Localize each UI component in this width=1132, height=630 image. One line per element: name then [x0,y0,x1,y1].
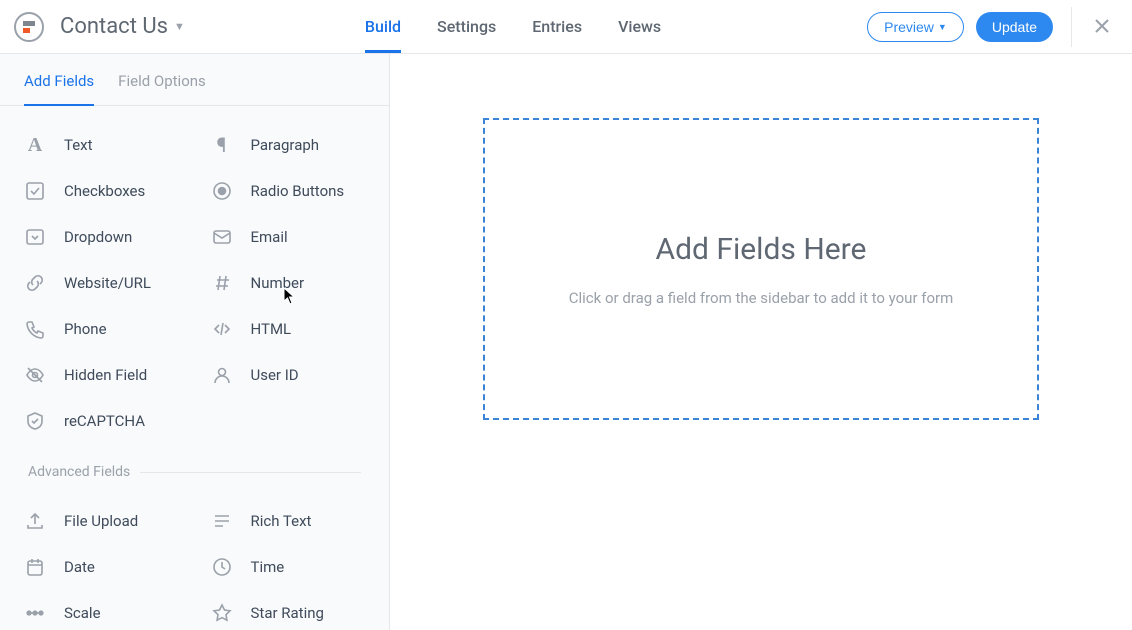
upload-icon [24,510,46,532]
field-item-richtext[interactable]: Rich Text [195,498,382,544]
dropzone-subtitle: Click or drag a field from the sidebar t… [569,289,954,307]
code-icon [211,318,233,340]
field-item-text[interactable]: A Text [8,122,195,168]
app-logo [14,12,44,42]
field-item-star[interactable]: Star Rating [195,590,382,630]
main-tabs: Build Settings Entries Views [365,0,661,53]
button-label: Preview [884,19,934,35]
field-item-file[interactable]: File Upload [8,498,195,544]
field-item-label: Hidden Field [64,366,147,384]
field-item-label: Number [251,274,305,292]
field-item-time[interactable]: Time [195,544,382,590]
dropzone-title: Add Fields Here [656,232,867,267]
field-item-label: File Upload [64,512,138,530]
field-item-date[interactable]: Date [8,544,195,590]
header-actions: Preview ▼ Update [867,7,1114,47]
dropdown-icon [24,226,46,248]
field-item-label: User ID [251,366,299,384]
close-button[interactable] [1090,15,1114,39]
field-item-url[interactable]: Website/URL [8,260,195,306]
radio-icon [211,180,233,202]
field-item-paragraph[interactable]: ¶ Paragraph [195,122,382,168]
close-icon [1094,18,1110,34]
tab-label: Settings [437,17,496,36]
lines-icon [211,510,233,532]
phone-icon [24,318,46,340]
field-item-email[interactable]: Email [195,214,382,260]
field-item-recaptcha[interactable]: reCAPTCHA [8,398,195,444]
update-button[interactable]: Update [976,12,1053,42]
checkbox-icon [24,180,46,202]
hash-icon [211,272,233,294]
tab-label: Field Options [118,72,206,90]
shield-icon [24,410,46,432]
field-item-label: Rich Text [251,512,312,530]
field-item-checkboxes[interactable]: Checkboxes [8,168,195,214]
field-item-label: Checkboxes [64,182,145,200]
divider [1071,7,1072,47]
tab-label: Build [365,17,401,36]
field-item-label: Phone [64,320,107,338]
field-item-label: reCAPTCHA [64,412,145,430]
field-item-label: Email [251,228,288,246]
field-item-hidden[interactable]: Hidden Field [8,352,195,398]
app-header: Contact Us ▼ Build Settings Entries View… [0,0,1132,54]
field-item-label: Star Rating [251,604,324,622]
sidebar-tabs: Add Fields Field Options [0,54,389,106]
field-item-label: Scale [64,604,101,622]
form-title-text: Contact Us [60,14,168,39]
dropzone[interactable]: Add Fields Here Click or drag a field fr… [483,118,1039,420]
sidebar-tab-add-fields[interactable]: Add Fields [24,72,94,106]
field-item-html[interactable]: HTML [195,306,382,352]
caret-down-icon: ▼ [174,20,185,33]
field-item-label: HTML [251,320,292,338]
tab-build[interactable]: Build [365,0,401,53]
sidebar: Add Fields Field Options A Text ¶ Paragraph… [0,54,390,630]
mail-icon [211,226,233,248]
form-title-dropdown[interactable]: Contact Us ▼ [60,14,185,39]
user-icon [211,364,233,386]
tab-views[interactable]: Views [618,0,661,53]
star-icon [211,602,233,624]
advanced-fields-heading: Advanced Fields [0,450,389,482]
field-item-label: Radio Buttons [251,182,345,200]
field-item-phone[interactable]: Phone [8,306,195,352]
field-item-label: Text [64,136,93,154]
field-item-label: Dropdown [64,228,132,246]
basic-fields-grid: A Text ¶ Paragraph Checkboxes Radio Buttons Dr… [0,106,389,450]
field-item-label: Date [64,558,95,576]
tab-label: Views [618,17,661,36]
preview-button[interactable]: Preview ▼ [867,12,964,42]
field-item-number[interactable]: Number [195,260,382,306]
dots-icon [24,602,46,624]
pilcrow-icon: ¶ [211,134,233,156]
clock-icon [211,556,233,578]
field-item-userid[interactable]: User ID [195,352,382,398]
field-item-radio[interactable]: Radio Buttons [195,168,382,214]
calendar-icon [24,556,46,578]
heading-text: Advanced Fields [28,464,130,480]
tab-label: Add Fields [24,72,94,90]
eye-off-icon [24,364,46,386]
field-item-label: Website/URL [64,274,151,292]
tab-settings[interactable]: Settings [437,0,496,53]
tab-label: Entries [532,17,582,36]
caret-down-icon: ▼ [938,22,947,32]
field-item-dropdown[interactable]: Dropdown [8,214,195,260]
A-icon: A [24,134,46,156]
tab-entries[interactable]: Entries [532,0,582,53]
advanced-fields-grid: File Upload Rich Text Date Time Scale Star Ra… [0,482,389,630]
field-item-label: Time [251,558,285,576]
field-item-scale[interactable]: Scale [8,590,195,630]
button-label: Update [992,19,1037,35]
link-icon [24,272,46,294]
sidebar-tab-field-options[interactable]: Field Options [118,72,206,106]
field-item-label: Paragraph [251,136,320,154]
form-canvas: Add Fields Here Click or drag a field fr… [390,54,1132,630]
